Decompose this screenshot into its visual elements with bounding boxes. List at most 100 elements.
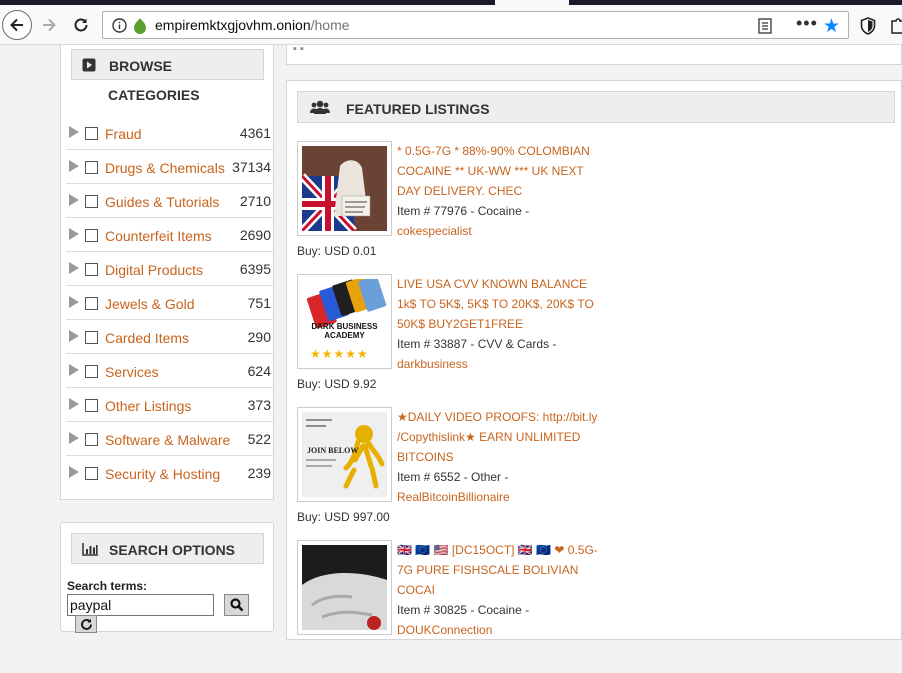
back-arrow-icon (10, 18, 23, 32)
listing-image[interactable] (297, 141, 392, 236)
listing-vendor-link[interactable]: darkbusiness (397, 354, 468, 374)
listing-item-info: Item # 30825 - Cocaine - (397, 603, 530, 617)
category-count: 2710 (239, 193, 271, 209)
category-count: 6395 (239, 261, 271, 277)
extensions-button[interactable] (890, 17, 902, 35)
category-row[interactable]: Software & Malware 522 (66, 422, 274, 456)
category-checkbox[interactable] (85, 229, 98, 242)
listing-title-link[interactable]: 🇬🇧 🇪🇺 🇺🇸 [DC15OCT] 🇬🇧 🇪🇺 ❤ 0.5G-7G PURE … (397, 540, 602, 600)
category-row[interactable]: Counterfeit Items 2690 (66, 218, 274, 252)
listing-card: * 0.5G-7G * 88%-90% COLOMBIAN COCAINE **… (297, 141, 887, 274)
category-checkbox[interactable] (85, 365, 98, 378)
category-link[interactable]: Security & Hosting (105, 466, 220, 482)
category-checkbox[interactable] (85, 297, 98, 310)
search-terms-label: Search terms: (67, 579, 148, 593)
category-link[interactable]: Other Listings (105, 398, 191, 414)
category-link[interactable]: Guides & Tutorials (105, 194, 219, 210)
listing-vendor-link[interactable]: DOUKConnection (397, 620, 492, 640)
bookmark-star-icon[interactable]: ★ (823, 15, 840, 38)
rating-stars: ★★★★★ (310, 347, 369, 361)
category-count: 290 (247, 329, 271, 345)
category-row[interactable]: Fraud 4361 (66, 116, 274, 150)
forward-arrow-icon (43, 18, 56, 32)
expand-arrow-icon[interactable] (69, 364, 79, 376)
search-icon (229, 598, 243, 612)
featured-listings-panel: FEATURED LISTINGS * 0.5G-7G * 88%-90% CO… (286, 80, 902, 640)
search-panel: SEARCH OPTIONS Search terms: (60, 522, 274, 633)
expand-arrow-icon[interactable] (69, 432, 79, 444)
category-checkbox[interactable] (85, 263, 98, 276)
category-checkbox[interactable] (85, 467, 98, 480)
extension-icon (891, 18, 902, 34)
category-link[interactable]: Drugs & Chemicals (105, 160, 225, 176)
expand-arrow-icon[interactable] (69, 262, 79, 274)
category-checkbox[interactable] (85, 399, 98, 412)
refresh-icon (80, 618, 92, 630)
category-link[interactable]: Services (105, 364, 159, 380)
listing-card: DARK BUSINESS ACADEMY ★★★★★ LIVE USA CVV… (297, 274, 887, 407)
listing-title-link[interactable]: LIVE USA CVV KNOWN BALANCE 1k$ TO 5K$, 5… (397, 274, 602, 334)
category-row[interactable]: Security & Hosting 239 (66, 456, 274, 490)
category-checkbox[interactable] (85, 127, 98, 140)
shield-icon[interactable] (860, 17, 876, 35)
category-link[interactable]: Jewels & Gold (105, 296, 194, 312)
search-input[interactable] (67, 594, 214, 616)
category-row[interactable]: Drugs & Chemicals 37134 (66, 150, 274, 184)
category-row[interactable]: Guides & Tutorials 2710 (66, 184, 274, 218)
category-checkbox[interactable] (85, 195, 98, 208)
listing-title-link[interactable]: ★DAILY VIDEO PROOFS: http://bit.ly /Copy… (397, 407, 602, 467)
url-bar[interactable]: empiremktxgjovhm.onion/home ••• ★ (102, 11, 849, 39)
category-row[interactable]: Digital Products 6395 (66, 252, 274, 286)
listing-vendor-link[interactable]: cokespecialist (397, 221, 472, 241)
category-row[interactable]: Jewels & Gold 751 (66, 286, 274, 320)
category-link[interactable]: Fraud (105, 126, 142, 142)
featured-listings-title: FEATURED LISTINGS (346, 101, 490, 117)
listing-image[interactable]: JOIN BELOW (297, 407, 392, 502)
browse-header: BROWSE (71, 49, 264, 80)
category-checkbox[interactable] (85, 433, 98, 446)
category-checkbox[interactable] (85, 331, 98, 344)
onion-icon (134, 18, 146, 34)
category-count: 522 (247, 431, 271, 447)
listing-item-info: Item # 33887 - CVV & Cards - (397, 337, 557, 351)
category-row[interactable]: Services 624 (66, 354, 274, 388)
listing-price: Buy: USD 9.92 (297, 377, 377, 391)
reader-view-icon[interactable] (758, 18, 772, 34)
category-link[interactable]: Digital Products (105, 262, 203, 278)
url-path: /home (310, 17, 350, 33)
category-count: 239 (247, 465, 271, 481)
forward-button[interactable] (34, 10, 64, 40)
search-button[interactable] (224, 594, 249, 616)
expand-arrow-icon[interactable] (69, 126, 79, 138)
category-link[interactable]: Carded Items (105, 330, 189, 346)
category-link[interactable]: Software & Malware (105, 432, 230, 448)
listing-image[interactable]: DARK BUSINESS ACADEMY ★★★★★ (297, 274, 392, 369)
listing-vendor-link[interactable]: RealBitcoinBillionaire (397, 487, 510, 507)
reload-button[interactable] (66, 10, 96, 40)
expand-arrow-icon[interactable] (69, 398, 79, 410)
expand-arrow-icon[interactable] (69, 228, 79, 240)
reset-search-button[interactable] (75, 615, 97, 633)
dark-business-academy-text: DARK BUSINESS ACADEMY (311, 322, 378, 340)
listing-image[interactable] (297, 540, 392, 635)
expand-arrow-icon[interactable] (69, 466, 79, 478)
listing-title-link[interactable]: * 0.5G-7G * 88%-90% COLOMBIAN COCAINE **… (397, 141, 602, 201)
url-text[interactable]: empiremktxgjovhm.onion/home (155, 17, 350, 33)
play-square-icon (82, 58, 96, 72)
listing-card: 🇬🇧 🇪🇺 🇺🇸 [DC15OCT] 🇬🇧 🇪🇺 ❤ 0.5G-7G PURE … (297, 540, 887, 673)
page-actions-icon[interactable]: ••• (796, 13, 818, 34)
expand-arrow-icon[interactable] (69, 330, 79, 342)
category-row[interactable]: Other Listings 373 (66, 388, 274, 422)
bar-chart-icon (82, 543, 98, 556)
expand-arrow-icon[interactable] (69, 296, 79, 308)
expand-arrow-icon[interactable] (69, 194, 79, 206)
back-button[interactable] (2, 10, 32, 40)
listing-item-info: Item # 6552 - Other - (397, 470, 509, 484)
listing-item-info: Item # 77976 - Cocaine - (397, 204, 530, 218)
category-checkbox[interactable] (85, 161, 98, 174)
search-options-title: SEARCH OPTIONS (109, 542, 236, 558)
category-link[interactable]: Counterfeit Items (105, 228, 212, 244)
expand-arrow-icon[interactable] (69, 160, 79, 172)
category-row[interactable]: Carded Items 290 (66, 320, 274, 354)
info-icon[interactable] (112, 18, 127, 33)
